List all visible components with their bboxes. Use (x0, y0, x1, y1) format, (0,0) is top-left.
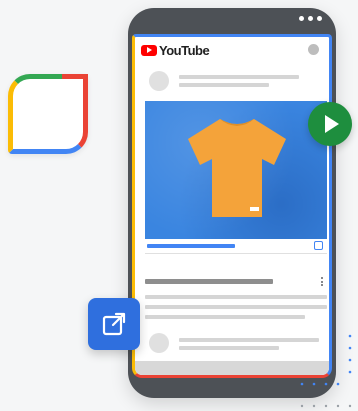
title-placeholder (145, 279, 273, 284)
open-external-button[interactable] (88, 298, 140, 350)
kebab-dot (321, 284, 323, 286)
kebab-dot (321, 277, 323, 279)
tshirt-icon (188, 119, 286, 217)
channel-avatar-placeholder (149, 333, 169, 353)
text-placeholder (145, 305, 327, 309)
text-placeholder (179, 75, 299, 79)
more-horiz-icon[interactable] (299, 16, 322, 21)
product-image[interactable] (145, 101, 327, 239)
menu-dot (317, 16, 322, 21)
menu-dot (299, 16, 304, 21)
app-header: YouTube (135, 37, 329, 63)
google-logo-tile (8, 74, 88, 154)
phone-screen: YouTube (132, 34, 332, 378)
progress-bar[interactable] (147, 244, 235, 248)
video-progress-row (145, 239, 327, 254)
youtube-play-icon (141, 44, 157, 56)
open-in-new-icon[interactable] (314, 241, 323, 250)
dot-grid-decoration (300, 334, 352, 408)
play-icon (325, 115, 339, 133)
logo-red-corner (62, 74, 88, 79)
youtube-wordmark: YouTube (159, 42, 210, 58)
text-placeholder (145, 315, 305, 319)
more-vert-icon[interactable] (321, 277, 323, 286)
youtube-logo[interactable]: YouTube (141, 42, 210, 58)
open-in-new-icon (102, 312, 126, 336)
play-button[interactable] (308, 102, 352, 146)
text-placeholder (145, 295, 327, 299)
kebab-dot (321, 280, 323, 283)
text-placeholder (179, 346, 279, 350)
avatar[interactable] (308, 44, 319, 55)
menu-dot (308, 16, 313, 21)
channel-avatar-placeholder (149, 71, 169, 91)
text-placeholder (179, 83, 269, 87)
